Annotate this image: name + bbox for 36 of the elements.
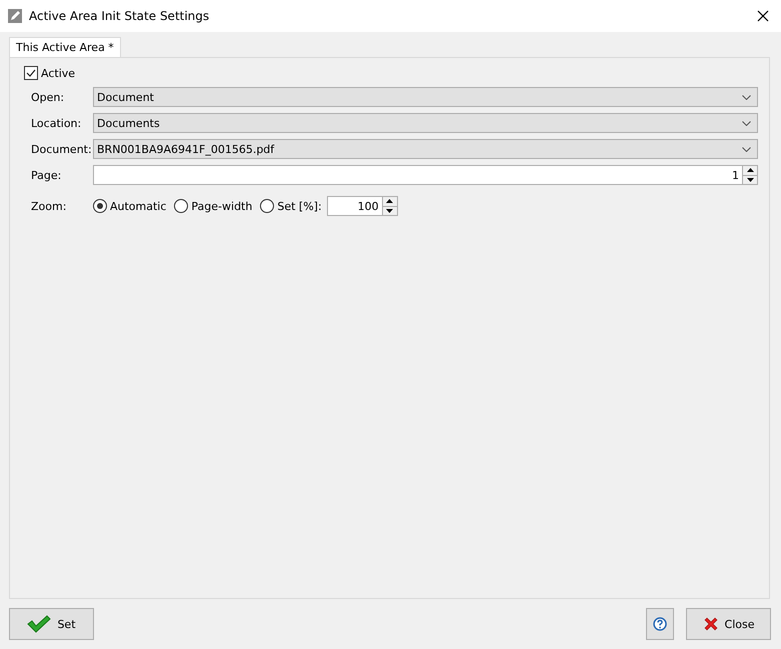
dropdown[interactable]: Document: [93, 87, 758, 107]
close-icon: [702, 616, 719, 632]
dropdown[interactable]: BRN001BA9A6941F_001565.pdf: [93, 139, 758, 159]
field-label: Document:: [30, 142, 93, 156]
arrow-up-icon: [746, 168, 754, 172]
close-button[interactable]: Close: [686, 608, 771, 640]
spin-down-button[interactable]: [743, 174, 757, 184]
field-label: Open:: [30, 90, 66, 104]
field-label: Page:: [30, 168, 62, 182]
field-label: Zoom:: [30, 200, 68, 212]
checkbox-label: Active: [41, 66, 76, 80]
radio-button[interactable]: [260, 199, 274, 213]
help-button[interactable]: [646, 608, 674, 640]
spin-field[interactable]: 1: [93, 165, 758, 185]
arrow-up-icon: [386, 199, 394, 204]
set-button[interactable]: Set: [9, 608, 94, 640]
chevron-down-icon: [742, 94, 751, 100]
chevron-down-icon: [742, 120, 751, 126]
tab[interactable]: This Active Area *: [9, 37, 121, 57]
checkmark-icon: [27, 615, 52, 633]
radio-button[interactable]: [174, 199, 188, 213]
help-icon: [653, 617, 667, 631]
spin-down-button[interactable]: [382, 206, 397, 215]
chevron-down-icon: [742, 146, 751, 152]
window-title: Active Area Init State Settings: [29, 9, 210, 23]
field-label: Location:: [30, 116, 82, 130]
radio-label: Set [%]:: [277, 200, 322, 212]
checkbox[interactable]: [24, 66, 38, 80]
radio-label: Automatic: [110, 200, 166, 212]
radio-button[interactable]: [93, 199, 107, 213]
radio-label: Page-width: [191, 200, 252, 212]
spin-field[interactable]: 100: [326, 196, 398, 216]
dropdown[interactable]: Documents: [93, 113, 758, 133]
pencil-icon: [8, 9, 22, 23]
arrow-down-icon: [386, 208, 394, 213]
arrow-down-icon: [746, 178, 754, 182]
